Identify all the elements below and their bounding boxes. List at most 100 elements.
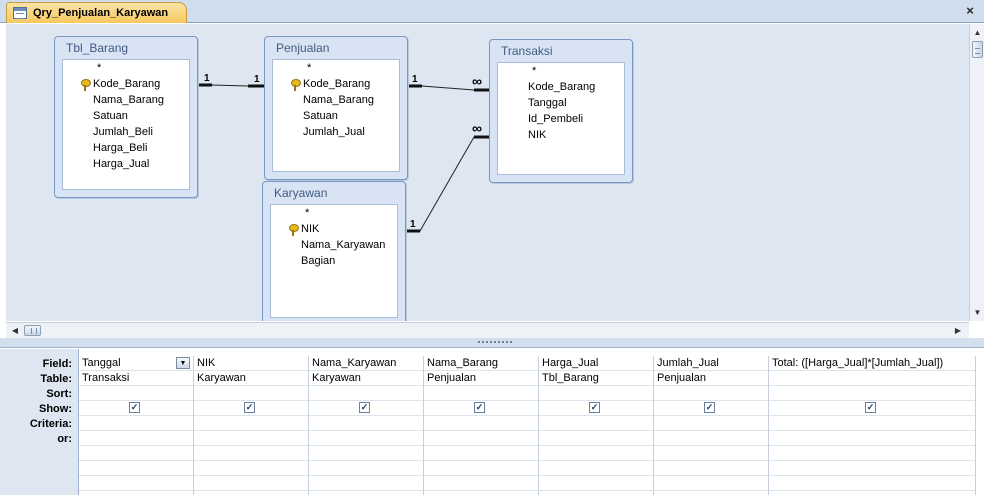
query-tab[interactable]: Qry_Penjualan_Karyawan (6, 2, 188, 23)
grid-empty-cell[interactable] (309, 461, 423, 476)
grid-empty-cell[interactable] (309, 476, 423, 491)
grid-sort-cell[interactable] (769, 386, 975, 401)
grid-or-cell[interactable] (424, 431, 538, 446)
scroll-left-arrow-icon[interactable]: ◀ (9, 324, 21, 337)
grid-sort-cell[interactable] (424, 386, 538, 401)
scroll-down-arrow-icon[interactable]: ▼ (972, 306, 983, 319)
grid-empty-cell[interactable] (194, 461, 308, 476)
grid-empty-cell[interactable] (539, 446, 653, 461)
grid-empty-cell[interactable] (79, 476, 193, 491)
grid-show-cell[interactable]: ✓ (424, 401, 538, 416)
grid-show-cell[interactable]: ✓ (654, 401, 768, 416)
grid-field-cell[interactable]: Nama_Barang (424, 356, 538, 371)
field-item[interactable]: Harga_Beli (63, 142, 147, 154)
grid-table-cell[interactable]: Tbl_Barang (539, 371, 653, 386)
horizontal-scrollbar[interactable]: ◀ ▶ (6, 322, 969, 338)
field-list-karyawan[interactable]: Karyawan * NIK Nama_Karyawan Bagian (262, 181, 406, 321)
grid-empty-cell[interactable] (654, 476, 768, 491)
field-item[interactable]: NIK (498, 129, 546, 141)
grid-column[interactable]: Nama_Karyawan Karyawan ✓ (309, 356, 424, 495)
show-checkbox[interactable]: ✓ (359, 402, 370, 413)
field-list-tbl-barang[interactable]: Tbl_Barang * Kode_Barang Nama_Barang Satuan… (54, 36, 198, 198)
field-item[interactable]: Kode_Barang (498, 81, 595, 93)
grid-empty-cell[interactable] (654, 446, 768, 461)
grid-or-cell[interactable] (769, 431, 975, 446)
grid-column[interactable]: NIK Karyawan ✓ (194, 356, 309, 495)
show-checkbox[interactable]: ✓ (129, 402, 140, 413)
grid-empty-cell[interactable] (769, 476, 975, 491)
scroll-right-arrow-icon[interactable]: ▶ (952, 324, 964, 337)
show-checkbox[interactable]: ✓ (589, 402, 600, 413)
vertical-scroll-thumb[interactable] (972, 41, 983, 58)
grid-field-cell[interactable]: NIK (194, 356, 308, 371)
field-list-penjualan[interactable]: Penjualan * Kode_Barang Nama_Barang Satuan J… (264, 36, 408, 180)
pane-splitter[interactable] (0, 338, 984, 348)
grid-field-cell[interactable]: Total: ([Harga_Jual]*[Jumlah_Jual]) (769, 356, 975, 371)
grid-empty-cell[interactable] (539, 476, 653, 491)
grid-criteria-cell[interactable] (194, 416, 308, 431)
show-checkbox[interactable]: ✓ (244, 402, 255, 413)
field-item[interactable]: Nama_Karyawan (271, 239, 385, 251)
field-item[interactable]: NIK (271, 223, 319, 236)
grid-sort-cell[interactable] (194, 386, 308, 401)
vertical-scrollbar[interactable]: ▲ ▼ (969, 24, 984, 321)
close-icon[interactable]: × (962, 3, 978, 19)
grid-criteria-cell[interactable] (539, 416, 653, 431)
field-item[interactable]: Jumlah_Beli (63, 126, 153, 138)
relationship-line[interactable] (406, 136, 489, 232)
grid-column[interactable]: Harga_Jual Tbl_Barang ✓ (539, 356, 654, 495)
grid-empty-cell[interactable] (424, 446, 538, 461)
grid-or-cell[interactable] (654, 431, 768, 446)
field-list-title[interactable]: Karyawan (263, 182, 405, 204)
grid-show-cell[interactable]: ✓ (309, 401, 423, 416)
scroll-up-arrow-icon[interactable]: ▲ (972, 26, 983, 39)
horizontal-scroll-thumb[interactable] (24, 325, 41, 336)
grid-empty-cell[interactable] (769, 461, 975, 476)
splitter-grip-icon[interactable] (478, 341, 512, 343)
grid-empty-cell[interactable] (424, 461, 538, 476)
field-item[interactable]: Satuan (273, 110, 338, 122)
grid-show-cell[interactable]: ✓ (769, 401, 975, 416)
grid-empty-cell[interactable] (194, 476, 308, 491)
grid-show-cell[interactable]: ✓ (79, 401, 193, 416)
field-list-title[interactable]: Transaksi (490, 40, 632, 62)
grid-column[interactable]: Total: ([Harga_Jual]*[Jumlah_Jual]) ✓ (769, 356, 976, 495)
grid-table-cell[interactable] (769, 371, 975, 386)
field-item[interactable]: Jumlah_Jual (273, 126, 365, 138)
field-item[interactable]: Kode_Barang (63, 78, 160, 91)
field-item[interactable]: * (273, 62, 311, 74)
show-checkbox[interactable]: ✓ (704, 402, 715, 413)
field-item[interactable]: Id_Pembeli (498, 113, 583, 125)
grid-sort-cell[interactable] (79, 386, 193, 401)
grid-empty-cell[interactable] (769, 446, 975, 461)
grid-table-cell[interactable]: Karyawan (194, 371, 308, 386)
grid-empty-cell[interactable] (309, 446, 423, 461)
grid-or-cell[interactable] (309, 431, 423, 446)
grid-criteria-cell[interactable] (769, 416, 975, 431)
field-item[interactable]: * (271, 207, 309, 219)
grid-field-cell[interactable]: Jumlah_Jual (654, 356, 768, 371)
grid-table-cell[interactable]: Penjualan (424, 371, 538, 386)
grid-criteria-cell[interactable] (309, 416, 423, 431)
field-item[interactable]: Harga_Jual (63, 158, 149, 170)
field-item[interactable]: Nama_Barang (63, 94, 164, 106)
grid-or-cell[interactable] (194, 431, 308, 446)
grid-table-cell[interactable]: Transaksi (79, 371, 193, 386)
grid-criteria-cell[interactable] (654, 416, 768, 431)
grid-or-cell[interactable] (79, 431, 193, 446)
grid-sort-cell[interactable] (309, 386, 423, 401)
grid-field-cell[interactable]: Harga_Jual (539, 356, 653, 371)
grid-field-cell[interactable]: Nama_Karyawan (309, 356, 423, 371)
field-item[interactable]: Bagian (271, 255, 335, 267)
grid-show-cell[interactable]: ✓ (539, 401, 653, 416)
grid-empty-cell[interactable] (539, 461, 653, 476)
grid-empty-cell[interactable] (424, 476, 538, 491)
field-list-title[interactable]: Penjualan (265, 37, 407, 59)
grid-criteria-cell[interactable] (79, 416, 193, 431)
grid-empty-cell[interactable] (79, 461, 193, 476)
field-item[interactable]: Tanggal (498, 97, 567, 109)
grid-sort-cell[interactable] (539, 386, 653, 401)
field-item[interactable]: Kode_Barang (273, 78, 370, 91)
field-item[interactable]: * (498, 65, 536, 77)
show-checkbox[interactable]: ✓ (865, 402, 876, 413)
